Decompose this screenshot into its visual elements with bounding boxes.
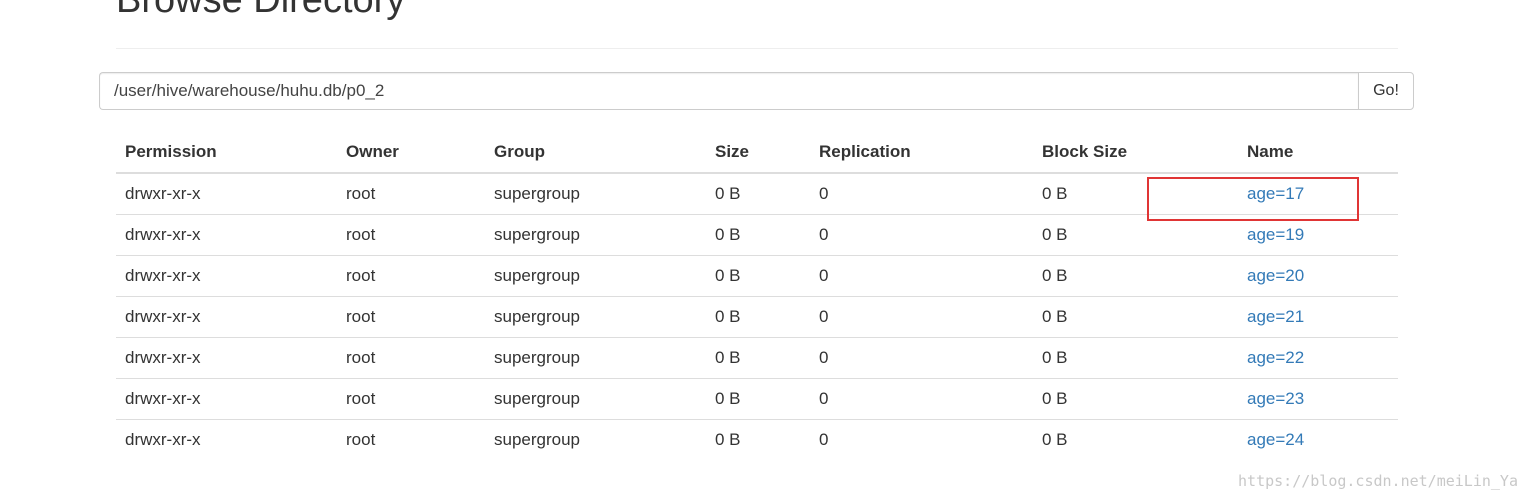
header-replication[interactable]: Replication [810, 131, 1033, 174]
cell-block-size: 0 B [1042, 184, 1068, 203]
cell-permission: drwxr-xr-x [116, 214, 337, 256]
cell-block-size: 0 B [1033, 255, 1238, 297]
cell-owner: root [337, 419, 485, 460]
header-name[interactable]: Name [1238, 131, 1398, 174]
cell-group: supergroup [485, 296, 706, 338]
table-row: drwxr-xr-x root supergroup 0 B 0 0 B age… [116, 337, 1398, 379]
cell-permission: drwxr-xr-x [116, 378, 337, 420]
cell-name: age=22 [1238, 337, 1398, 379]
cell-permission: drwxr-xr-x [116, 419, 337, 460]
directory-link[interactable]: age=22 [1247, 348, 1304, 367]
cell-replication: 0 [810, 214, 1033, 256]
cell-size: 0 B [715, 184, 741, 203]
title-divider [116, 48, 1398, 49]
cell-block-size: 0 B [1033, 378, 1238, 420]
cell-size: 0 B [706, 296, 810, 338]
table-row: drwxr-xr-x root supergroup 0 B 0 0 B age… [116, 173, 1398, 215]
cell-group: supergroup [485, 255, 706, 297]
go-button[interactable]: Go! [1358, 72, 1414, 110]
cell-size: 0 B [706, 255, 810, 297]
cell-size: 0 B [706, 337, 810, 379]
cell-name: age=20 [1238, 255, 1398, 297]
cell-name: age=21 [1238, 296, 1398, 338]
cell-size: 0 B [706, 378, 810, 420]
cell-group: supergroup [485, 337, 706, 379]
cell-name: age=19 [1238, 214, 1398, 256]
table-row: drwxr-xr-x root supergroup 0 B 0 0 B age… [116, 214, 1398, 256]
cell-owner: root [337, 337, 485, 379]
table-row: drwxr-xr-x root supergroup 0 B 0 0 B age… [116, 296, 1398, 338]
cell-group: supergroup [485, 214, 706, 256]
table-row: drwxr-xr-x root supergroup 0 B 0 0 B age… [116, 419, 1398, 460]
cell-replication: 0 [810, 255, 1033, 297]
header-group[interactable]: Group [485, 131, 706, 174]
cell-owner: root [346, 184, 376, 203]
cell-name: age=23 [1238, 378, 1398, 420]
cell-name: age=24 [1238, 419, 1398, 460]
cell-size: 0 B [706, 419, 810, 460]
cell-replication: 0 [810, 419, 1033, 460]
header-block-size[interactable]: Block Size [1033, 131, 1238, 174]
cell-replication: 0 [810, 296, 1033, 338]
directory-link[interactable]: age=21 [1247, 307, 1304, 326]
cell-size: 0 B [706, 214, 810, 256]
cell-group: supergroup [485, 378, 706, 420]
cell-group: supergroup [485, 419, 706, 460]
cell-permission: drwxr-xr-x [125, 184, 201, 203]
cell-owner: root [337, 214, 485, 256]
cell-replication: 0 [810, 337, 1033, 379]
directory-link[interactable]: age=17 [1247, 184, 1304, 203]
cell-replication: 0 [810, 378, 1033, 420]
cell-replication: 0 [819, 184, 829, 203]
directory-link[interactable]: age=23 [1247, 389, 1304, 408]
cell-owner: root [337, 296, 485, 338]
directory-link[interactable]: age=24 [1247, 430, 1304, 449]
cell-group: supergroup [494, 184, 581, 203]
directory-link[interactable]: age=20 [1247, 266, 1304, 285]
page-title: Browse Directory [116, 0, 406, 21]
table-row: drwxr-xr-x root supergroup 0 B 0 0 B age… [116, 255, 1398, 297]
path-form: Go! [99, 72, 1414, 110]
cell-permission: drwxr-xr-x [116, 296, 337, 338]
cell-permission: drwxr-xr-x [116, 337, 337, 379]
directory-link[interactable]: age=19 [1247, 225, 1304, 244]
directory-table: Permission Owner Group Size Replication … [116, 131, 1398, 460]
cell-block-size: 0 B [1033, 419, 1238, 460]
watermark: https://blog.csdn.net/meiLin_Ya [1238, 472, 1518, 490]
table-header-row: Permission Owner Group Size Replication … [116, 131, 1398, 174]
header-permission[interactable]: Permission [116, 131, 337, 174]
header-size[interactable]: Size [706, 131, 810, 174]
table-row: drwxr-xr-x root supergroup 0 B 0 0 B age… [116, 378, 1398, 420]
cell-owner: root [337, 255, 485, 297]
cell-permission: drwxr-xr-x [116, 255, 337, 297]
header-owner[interactable]: Owner [337, 131, 485, 174]
cell-owner: root [337, 378, 485, 420]
cell-block-size: 0 B [1033, 337, 1238, 379]
path-input[interactable] [99, 72, 1358, 110]
cell-block-size: 0 B [1033, 296, 1238, 338]
cell-name: age=17 [1238, 173, 1398, 215]
cell-block-size: 0 B [1033, 214, 1238, 256]
